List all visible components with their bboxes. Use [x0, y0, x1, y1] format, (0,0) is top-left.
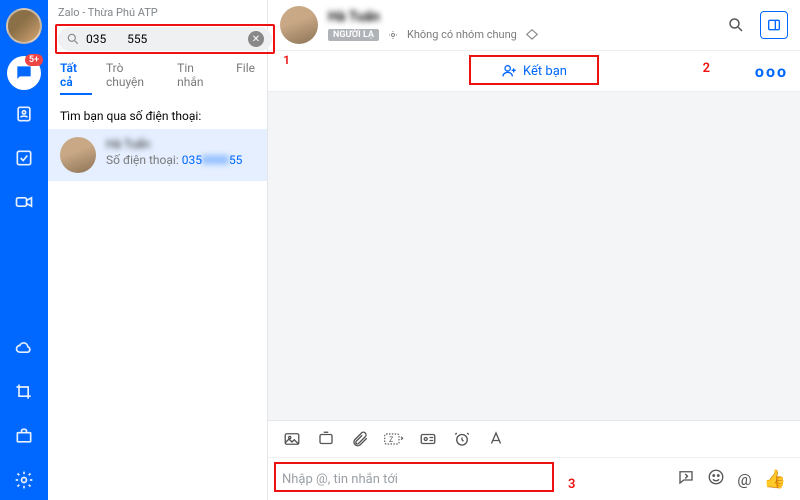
clear-search-button[interactable]: ✕ — [248, 31, 264, 47]
search-icon — [727, 16, 745, 34]
cloud-icon — [14, 338, 34, 358]
emoji-button[interactable] — [707, 468, 725, 490]
tool-format[interactable] — [486, 429, 506, 449]
search-panel: Zalo - Thừa Phú ATP 1 ✕ Đóng Tất cả Trò … — [48, 0, 268, 500]
namecard-icon — [419, 430, 437, 448]
quick-message-button[interactable] — [677, 468, 695, 490]
result-phone-b: 55 — [229, 153, 243, 167]
nav-contacts[interactable] — [4, 94, 44, 134]
screenshot-icon — [317, 430, 335, 448]
sidebar-toggle-icon — [766, 17, 782, 33]
search-tabs: Tất cả Trò chuyện Tin nhắn File — [48, 61, 267, 101]
chat-icon — [14, 63, 34, 83]
text-size-icon: Z — [384, 430, 404, 448]
composer: 3 @ 👍 — [268, 457, 800, 500]
chat-title: Hà Tuấn — [328, 9, 539, 25]
stranger-badge: NGƯỜI LẠ — [328, 29, 379, 41]
nav-todo[interactable] — [4, 138, 44, 178]
composer-toolbar: Z — [268, 420, 800, 457]
tag-icon[interactable] — [525, 28, 539, 42]
tool-namecard[interactable] — [418, 429, 438, 449]
result-name: Hà Tuấn — [106, 137, 242, 151]
thumbs-up-icon: 👍 — [764, 469, 786, 490]
unread-badge: 5+ — [25, 54, 43, 66]
tool-alarm[interactable] — [452, 429, 472, 449]
add-friend-label: Kết bạn — [523, 64, 567, 79]
search-icon — [66, 32, 80, 46]
image-icon — [283, 430, 301, 448]
todo-icon — [14, 148, 34, 168]
add-user-icon — [501, 63, 517, 79]
result-phone-a: 035 — [182, 153, 202, 167]
add-friend-button[interactable]: Kết bạn — [491, 61, 577, 81]
nav-briefcase[interactable] — [4, 416, 44, 456]
user-avatar[interactable] — [6, 8, 42, 44]
crop-icon — [14, 382, 34, 402]
window-title: Zalo - Thừa Phú ATP — [48, 0, 267, 23]
tool-screenshot[interactable] — [316, 429, 336, 449]
mention-icon: @ — [737, 470, 751, 489]
tool-textsize[interactable]: Z — [384, 429, 404, 449]
search-input[interactable] — [86, 32, 242, 46]
result-phone-blur: 0000 — [202, 153, 229, 167]
tab-files[interactable]: File — [236, 61, 255, 95]
contacts-icon — [14, 104, 34, 124]
friend-bar: 2 Kết bạn ooo — [268, 51, 800, 92]
message-input[interactable] — [282, 472, 667, 487]
chat-area: Hà Tuấn NGƯỜI LẠ Không có nhóm chung 2 K… — [268, 0, 800, 500]
gear-icon — [387, 29, 399, 41]
annotation-number-3: 3 — [568, 477, 575, 492]
tab-messages[interactable]: Tin nhắn — [177, 61, 222, 95]
chat-meta: NGƯỜI LẠ Không có nhóm chung — [328, 28, 539, 42]
chat-body — [268, 92, 800, 420]
format-icon — [487, 430, 505, 448]
tab-all[interactable]: Tất cả — [60, 61, 92, 95]
nav-chat[interactable]: 5+ — [7, 56, 41, 90]
toggle-sidebar-button[interactable] — [760, 11, 788, 39]
more-button[interactable]: ooo — [755, 62, 788, 81]
chat-header-info: Hà Tuấn NGƯỜI LẠ Không có nhóm chung — [328, 9, 539, 42]
briefcase-icon — [14, 426, 34, 446]
composer-actions: @ 👍 — [677, 468, 786, 490]
tool-image[interactable] — [282, 429, 302, 449]
no-common-groups-label: Không có nhóm chung — [407, 28, 517, 41]
mention-button[interactable]: @ — [737, 470, 751, 489]
result-sub-prefix: Số điện thoại: — [106, 153, 182, 167]
header-search-button[interactable] — [722, 11, 750, 39]
search-row: 1 ✕ Đóng — [48, 23, 267, 61]
attach-icon — [351, 430, 369, 448]
chat-header: Hà Tuấn NGƯỜI LẠ Không có nhóm chung — [268, 0, 800, 51]
quick-message-icon — [677, 468, 695, 486]
nav-settings[interactable] — [4, 460, 44, 500]
like-button[interactable]: 👍 — [764, 469, 786, 490]
alarm-icon — [453, 430, 471, 448]
chat-header-actions — [722, 11, 788, 39]
result-avatar — [60, 137, 96, 173]
settings-icon — [14, 470, 34, 490]
emoji-icon — [707, 468, 725, 486]
search-box[interactable]: 1 ✕ — [58, 27, 272, 51]
clear-icon: ✕ — [252, 34, 260, 45]
tool-attach[interactable] — [350, 429, 370, 449]
svg-text:Z: Z — [389, 435, 393, 444]
tab-chats[interactable]: Trò chuyện — [106, 61, 163, 95]
annotation-number-2: 2 — [703, 61, 710, 76]
result-text: Hà Tuấn Số điện thoại: 035000055 — [106, 137, 242, 173]
search-result[interactable]: Hà Tuấn Số điện thoại: 035000055 — [48, 129, 267, 181]
video-icon — [14, 192, 34, 212]
nav-crop[interactable] — [4, 372, 44, 412]
result-subtitle: Số điện thoại: 035000055 — [106, 153, 242, 167]
nav-rail: 5+ — [0, 0, 48, 500]
results-header: Tìm bạn qua số điện thoại: — [48, 101, 267, 129]
nav-video[interactable] — [4, 182, 44, 222]
nav-cloud[interactable] — [4, 328, 44, 368]
chat-avatar[interactable] — [280, 6, 318, 44]
